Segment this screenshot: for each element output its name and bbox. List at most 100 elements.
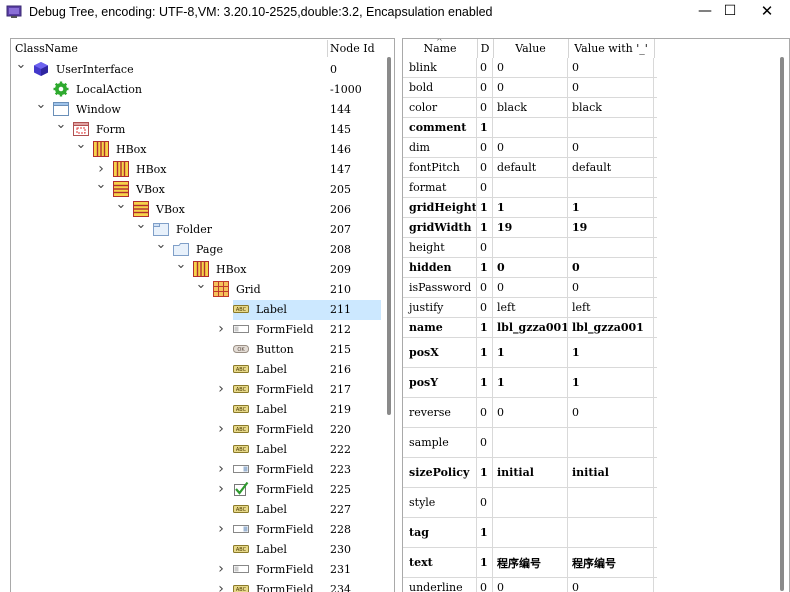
property-d-flag[interactable]: 0 [477,398,493,427]
tree-row[interactable]: ABCLabel230 [11,540,381,560]
property-value[interactable]: 19 [493,218,568,237]
tree-row[interactable]: ⌄Form145 [11,120,381,140]
property-value[interactable] [493,238,568,257]
property-row[interactable]: reverse000 [403,398,657,428]
property-d-flag[interactable]: 0 [477,98,493,117]
property-value[interactable]: black [493,98,568,117]
tree-row[interactable]: ⌄Grid210 [11,280,381,300]
property-d-flag[interactable]: 1 [477,338,493,367]
property-value-with-underscore[interactable] [568,518,654,547]
property-value-with-underscore[interactable]: initial [568,458,654,487]
property-row[interactable]: posY111 [403,368,657,398]
chevron-down-icon[interactable]: ⌄ [195,278,207,292]
property-value[interactable]: 1 [493,338,568,367]
property-d-flag[interactable]: 1 [477,258,493,277]
property-value-with-underscore[interactable]: 19 [568,218,654,237]
column-header-value-with-underscore[interactable]: Value with '_' [568,42,654,55]
chevron-right-icon[interactable]: › [95,162,107,176]
property-d-flag[interactable]: 0 [477,488,493,517]
chevron-down-icon[interactable]: ⌄ [115,198,127,212]
chevron-right-icon[interactable]: › [215,462,227,476]
chevron-right-icon[interactable]: › [215,422,227,436]
tree-row[interactable]: ABCLabel222 [11,440,381,460]
tree-scrollbar-thumb[interactable] [387,57,391,415]
property-value-with-underscore[interactable]: left [568,298,654,317]
property-row[interactable]: underline000 [403,578,657,592]
property-d-flag[interactable]: 1 [477,218,493,237]
property-value-with-underscore[interactable] [568,178,654,197]
property-value-with-underscore[interactable]: 0 [568,278,654,297]
column-header-classname[interactable]: ClassName [15,42,78,55]
chevron-down-icon[interactable]: ⌄ [75,138,87,152]
column-header-name[interactable]: Name [403,42,477,55]
property-d-flag[interactable]: 0 [477,178,493,197]
property-d-flag[interactable]: 1 [477,198,493,217]
tree-row[interactable]: ABCLabel219 [11,400,381,420]
tree-row[interactable]: ⌄Window144 [11,100,381,120]
property-value-with-underscore[interactable]: lbl_gzza001 [568,318,654,337]
tree-row[interactable]: ⌄HBox146 [11,140,381,160]
tree-row[interactable]: ›ABCFormField217 [11,380,381,400]
property-d-flag[interactable]: 1 [477,518,493,547]
column-header-value[interactable]: Value [493,42,568,55]
property-d-flag[interactable]: 0 [477,238,493,257]
tree-row[interactable]: ⌄Folder207 [11,220,381,240]
chevron-down-icon[interactable]: ⌄ [15,58,27,72]
property-value[interactable]: default [493,158,568,177]
tree-row[interactable]: ABCLabel216 [11,360,381,380]
property-d-flag[interactable]: 0 [477,78,493,97]
tree-row[interactable]: ›FormField225 [11,480,381,500]
property-grid-panel[interactable]: ^ Name D Value Value with '_' blink000bo… [402,38,790,592]
property-value[interactable]: 0 [493,138,568,157]
column-header-d[interactable]: D [477,42,493,55]
property-value[interactable]: initial [493,458,568,487]
property-value[interactable] [493,488,568,517]
property-value[interactable]: 0 [493,78,568,97]
property-row[interactable]: sizePolicy1initialinitial [403,458,657,488]
tree-row[interactable]: ›ABCFormField234 [11,580,381,592]
property-value[interactable]: 0 [493,278,568,297]
chevron-right-icon[interactable]: › [215,522,227,536]
property-d-flag[interactable]: 1 [477,458,493,487]
chevron-down-icon[interactable]: ⌄ [155,238,167,252]
chevron-right-icon[interactable]: › [215,482,227,496]
chevron-right-icon[interactable]: › [215,322,227,336]
column-header-node-id[interactable]: Node Id [330,42,375,55]
tree-row[interactable]: ⌄Page208 [11,240,381,260]
chevron-right-icon[interactable]: › [215,562,227,576]
property-d-flag[interactable]: 0 [477,298,493,317]
header-divider[interactable] [327,40,328,57]
tree-row[interactable]: ›HBox147 [11,160,381,180]
property-row[interactable]: sample0 [403,428,657,458]
property-row[interactable]: posX111 [403,338,657,368]
property-d-flag[interactable]: 0 [477,158,493,177]
property-row[interactable]: height0 [403,238,657,258]
property-value-with-underscore[interactable] [568,428,654,457]
tree-row[interactable]: ›FormField228 [11,520,381,540]
property-value[interactable] [493,178,568,197]
property-row[interactable]: gridHeight111 [403,198,657,218]
property-value[interactable]: 0 [493,578,568,592]
chevron-down-icon[interactable]: ⌄ [35,98,47,112]
property-row[interactable]: justify0leftleft [403,298,657,318]
property-value[interactable]: left [493,298,568,317]
property-d-flag[interactable]: 0 [477,138,493,157]
property-row[interactable]: name1lbl_gzza001lbl_gzza001 [403,318,657,338]
tree-row[interactable]: OKButton215 [11,340,381,360]
header-divider[interactable] [654,39,655,58]
property-row[interactable]: isPassword000 [403,278,657,298]
close-button[interactable]: ✕ [744,0,790,25]
tree-row[interactable]: ›FormField231 [11,560,381,580]
tree-row[interactable]: LocalAction-1000 [11,80,381,100]
chevron-down-icon[interactable]: ⌄ [135,218,147,232]
property-value-with-underscore[interactable]: black [568,98,654,117]
property-value[interactable]: 程序编号 [493,548,568,577]
property-d-flag[interactable]: 0 [477,578,493,592]
grid-scrollbar[interactable] [777,39,787,591]
property-row[interactable]: format0 [403,178,657,198]
property-value-with-underscore[interactable]: default [568,158,654,177]
property-d-flag[interactable]: 1 [477,368,493,397]
property-value[interactable] [493,428,568,457]
property-row[interactable]: color0blackblack [403,98,657,118]
chevron-down-icon[interactable]: ⌄ [55,118,67,132]
